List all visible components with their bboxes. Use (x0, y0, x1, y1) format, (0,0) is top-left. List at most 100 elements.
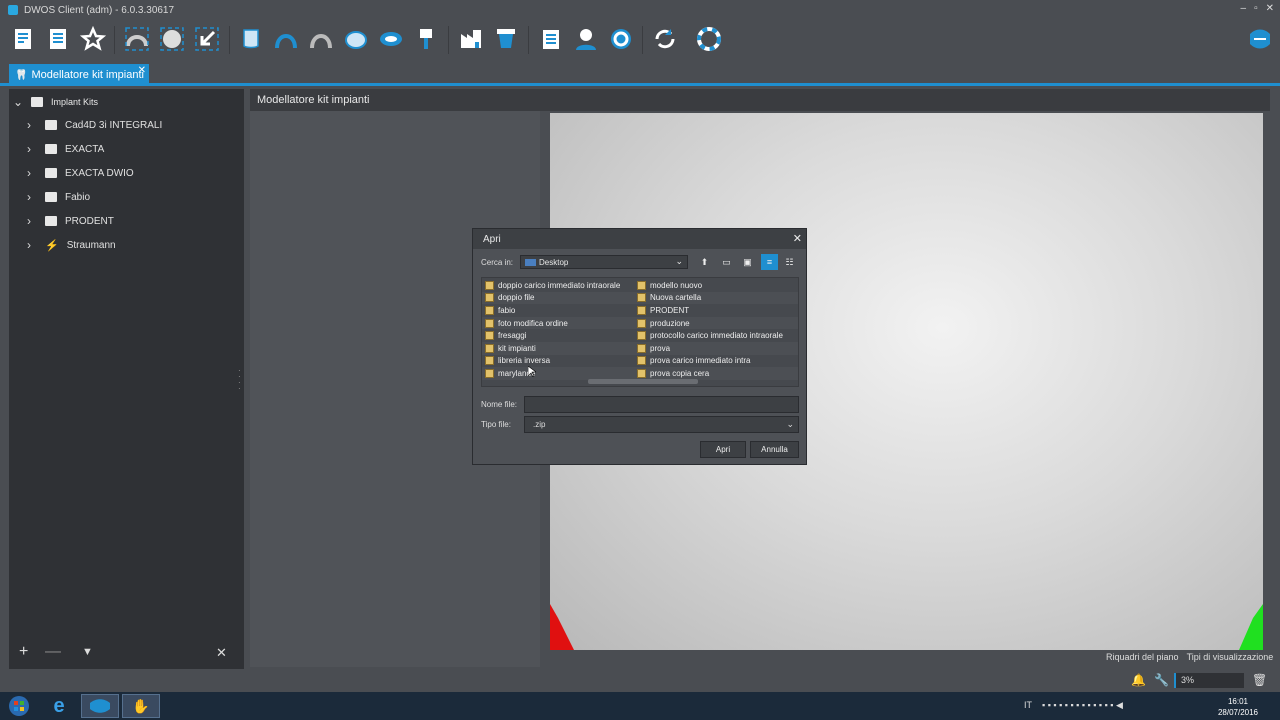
list-view-icon[interactable]: ≡ (761, 254, 778, 270)
tree-item-exacta[interactable]: › EXACTA (27, 139, 104, 159)
list-item[interactable]: produzione (634, 316, 798, 330)
tree-item-cad4d[interactable]: › Cad4D 3i INTEGRALI (27, 115, 162, 135)
chevron-right-icon[interactable]: › (27, 142, 37, 156)
user-icon[interactable] (571, 24, 601, 54)
list-item[interactable]: prova (634, 341, 798, 355)
list-item[interactable]: PRODENT (634, 304, 798, 317)
chevron-right-icon[interactable]: › (27, 238, 37, 252)
folder-icon (45, 120, 57, 130)
filename-input[interactable] (524, 396, 799, 413)
tooth-icon[interactable] (236, 24, 266, 54)
zoom-level[interactable]: 3% (1174, 673, 1244, 688)
sync-icon[interactable] (650, 24, 680, 54)
settings-icon[interactable] (606, 24, 636, 54)
plane-panels-link[interactable]: Riquadri del piano (1106, 652, 1179, 662)
implant-icon[interactable] (411, 24, 441, 54)
remove-button[interactable]: — (45, 643, 61, 661)
close-button[interactable]: ✕ (1266, 3, 1274, 14)
open-button[interactable]: Apri (700, 441, 746, 458)
bridge-icon[interactable] (306, 24, 336, 54)
look-in-select[interactable]: Desktop ⌄ (520, 255, 688, 269)
chevron-down-icon[interactable]: ⌄ (13, 95, 23, 109)
system-clock[interactable]: 16:01 28/07/2016 (1218, 696, 1258, 718)
dialog-close-icon[interactable]: ✕ (793, 232, 802, 245)
bell-icon[interactable]: 🔔 (1131, 673, 1146, 687)
tree-item-prodent[interactable]: › PRODENT (27, 211, 114, 231)
desktop-view-icon[interactable]: ▭ (718, 254, 735, 270)
clock-time: 16:01 (1227, 697, 1248, 706)
order-list-icon[interactable] (43, 24, 73, 54)
panel-splitter[interactable]: · · · · (238, 367, 242, 393)
wrench-icon[interactable]: 🔧 (1154, 673, 1169, 687)
language-indicator[interactable]: IT (1024, 700, 1032, 710)
list-item[interactable]: Nuova cartella (634, 291, 798, 305)
tab-modellatore[interactable]: 🦷 Modellatore kit impianti ✕ (9, 64, 149, 86)
new-order-icon[interactable] (8, 24, 38, 54)
dental-wings-logo-icon[interactable] (1245, 24, 1275, 54)
help-icon[interactable] (694, 24, 724, 54)
folder-icon (485, 305, 494, 315)
list-item[interactable]: fabio (482, 304, 634, 317)
crown-icon[interactable] (271, 24, 301, 54)
lab-icon[interactable] (456, 24, 486, 54)
filter-icon[interactable]: ▼ (82, 646, 93, 658)
tree-root[interactable]: ⌄ Implant Kits (13, 93, 98, 111)
scan-dots-icon[interactable] (157, 24, 187, 54)
filename-label: Nome file: (481, 400, 518, 409)
internet-explorer-icon[interactable]: e (40, 694, 78, 718)
dwos-taskbar-icon[interactable] (81, 694, 119, 718)
abutment-icon[interactable] (341, 24, 371, 54)
main-header-title: Modellatore kit impianti (257, 94, 370, 106)
file-column-right: modello nuovo Nuova cartella PRODENT pro… (634, 279, 798, 380)
main-header: Modellatore kit impianti (250, 89, 1270, 111)
list-item[interactable]: doppio file (482, 291, 634, 305)
tray-icons[interactable]: ▪ ▪ ▪ ▪ ▪ ▪ ▪ ▪ ▪ ▪ ▪ ▪ ▪ ◀ (1042, 700, 1123, 711)
horizontal-scrollbar[interactable] (588, 379, 698, 384)
chevron-right-icon[interactable]: › (27, 118, 37, 132)
list-item[interactable]: fresaggi (482, 329, 634, 342)
manufacturing-icon[interactable] (491, 24, 521, 54)
chevron-right-icon[interactable]: › (27, 214, 37, 228)
favorites-icon[interactable] (78, 24, 108, 54)
clipboard-icon[interactable] (536, 24, 566, 54)
import-icon[interactable] (192, 24, 222, 54)
details-view-icon[interactable]: ☷ (781, 254, 798, 270)
list-item[interactable]: protocollo carico immediato intraorale (634, 329, 798, 342)
add-button[interactable]: + (19, 643, 28, 661)
start-button[interactable] (0, 694, 38, 718)
file-name: doppio carico immediato intraorale (498, 280, 621, 290)
filetype-value: .zip (533, 420, 546, 429)
chevron-right-icon[interactable]: › (27, 190, 37, 204)
list-item[interactable]: doppio carico immediato intraorale (482, 279, 634, 292)
clear-filter-button[interactable]: ✕ (216, 645, 227, 661)
file-name: produzione (650, 318, 690, 328)
trash-icon[interactable]: 🗑 (1252, 673, 1267, 687)
new-folder-icon[interactable]: ▣ (739, 254, 756, 270)
tab-label: Modellatore kit impianti (31, 69, 144, 81)
minimize-button[interactable]: – (1241, 3, 1247, 14)
filetype-select[interactable]: .zip ⌄ (524, 416, 799, 433)
folder-icon (637, 356, 646, 366)
list-item[interactable]: prova carico immediato intra (634, 355, 798, 368)
cancel-button[interactable]: Annulla (750, 441, 799, 458)
tree-item-fabio[interactable]: › Fabio (27, 187, 90, 207)
list-item[interactable]: marylande (482, 367, 634, 380)
list-item[interactable]: libreria inversa (482, 355, 634, 368)
recording-app-icon[interactable]: ✋ (122, 694, 160, 718)
file-name: kit impianti (498, 343, 536, 353)
list-item[interactable]: modello nuovo (634, 279, 798, 292)
tree-item-exacta-dwio[interactable]: › EXACTA DWIO (27, 163, 134, 183)
tab-close-icon[interactable]: ✕ (138, 65, 146, 76)
list-item[interactable]: foto modifica ordine (482, 316, 634, 330)
maximize-button[interactable]: ▫ (1254, 3, 1258, 14)
list-item[interactable]: kit impianti (482, 341, 634, 355)
tree-item-straumann[interactable]: › ⚡ Straumann (27, 235, 116, 255)
list-item[interactable]: prova copia cera (634, 367, 798, 380)
up-folder-icon[interactable]: ⬆ (696, 254, 713, 270)
chevron-right-icon[interactable]: › (27, 166, 37, 180)
file-name: prova copia cera (650, 368, 710, 378)
window-controls: – ▫ ✕ (1241, 3, 1275, 14)
implant-model-icon[interactable] (376, 24, 406, 54)
scan-arch-icon[interactable] (122, 24, 152, 54)
view-types-link[interactable]: Tipi di visualizzazione (1187, 652, 1274, 662)
